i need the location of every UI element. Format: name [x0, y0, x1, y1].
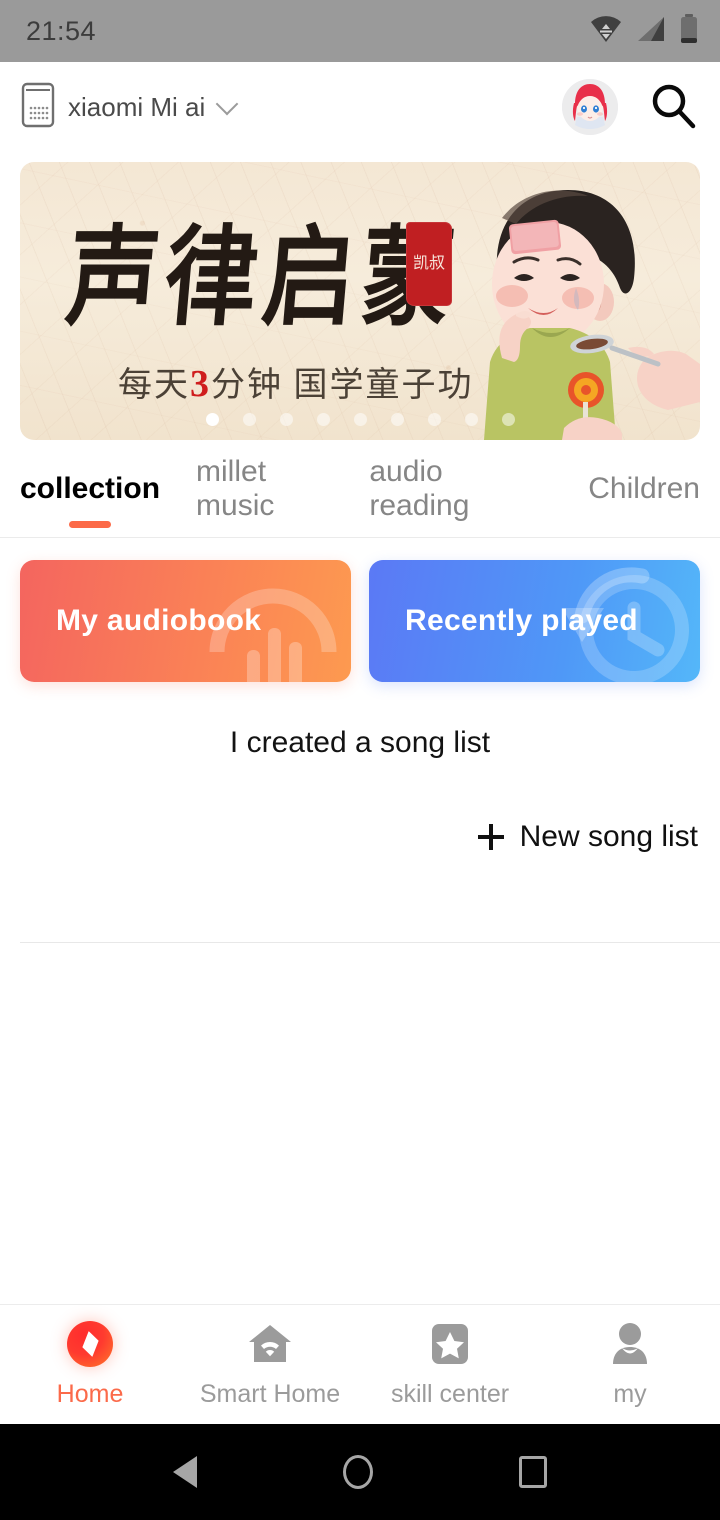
nav-item-skill-center[interactable]: skill center — [360, 1320, 540, 1409]
tab-collection[interactable]: collection — [18, 471, 162, 528]
category-tabs: collection millet music audio reading Ch… — [0, 440, 720, 538]
plus-icon — [477, 824, 504, 850]
carousel-dot[interactable] — [427, 413, 441, 426]
header-actions — [562, 79, 698, 135]
carousel-dot[interactable] — [501, 413, 515, 426]
section-divider — [20, 942, 720, 943]
chevron-down-icon[interactable] — [215, 92, 239, 116]
banner-subtitle-number: 3 — [190, 363, 211, 405]
device-name-label: xiaomi Mi ai — [68, 91, 206, 122]
new-song-list-row: New song list — [0, 760, 720, 854]
nav-item-home-label: Home — [56, 1380, 124, 1408]
status-icon-group — [590, 13, 698, 49]
battery-icon — [680, 13, 698, 49]
back-triangle-icon[interactable] — [173, 1456, 197, 1488]
system-navigation-bar — [0, 1424, 720, 1520]
nav-item-smart-home-label: Smart Home — [199, 1380, 341, 1408]
tab-audio-reading-label: audio reading — [369, 454, 470, 522]
new-song-list-label: New song list — [519, 820, 698, 853]
app-header: xiaomi Mi ai — [0, 62, 720, 152]
shortcut-card-row: My audiobook Recently played — [0, 538, 720, 682]
tab-children-label: Children — [588, 471, 700, 505]
banner-carousel[interactable]: 声律启蒙 凯叔 每天3分钟 国学童子功 — [0, 152, 720, 440]
carousel-dot[interactable] — [390, 413, 404, 426]
nav-item-home[interactable]: Home — [0, 1320, 180, 1409]
nav-item-skill-center-label: skill center — [390, 1380, 510, 1408]
tab-collection-label: collection — [20, 471, 161, 505]
my-audiobook-card[interactable]: My audiobook — [20, 560, 351, 682]
device-selector[interactable]: xiaomi Mi ai — [20, 81, 239, 134]
tab-audio-reading[interactable]: audio reading — [367, 455, 542, 523]
tab-millet-music-label: millet music — [196, 454, 275, 522]
star-badge-icon — [426, 1320, 474, 1368]
carousel-dot[interactable] — [279, 413, 293, 426]
carousel-dot[interactable] — [464, 413, 478, 426]
bottom-navigation: Home Smart Home skill center my — [0, 1304, 720, 1424]
home-circle-icon[interactable] — [343, 1455, 373, 1489]
banner-slide[interactable]: 声律启蒙 凯叔 每天3分钟 国学童子功 — [20, 162, 700, 440]
carousel-dot[interactable] — [353, 413, 367, 426]
recents-square-icon[interactable] — [519, 1456, 547, 1488]
tab-children[interactable]: Children — [586, 472, 702, 506]
search-icon[interactable] — [648, 80, 698, 135]
child-taking-medicine-illustration — [432, 162, 700, 440]
compass-home-icon — [66, 1320, 114, 1368]
tab-active-indicator — [69, 520, 112, 528]
nav-item-my[interactable]: my — [540, 1320, 720, 1409]
house-wifi-icon — [246, 1320, 294, 1368]
nav-item-smart-home[interactable]: Smart Home — [180, 1320, 360, 1409]
recently-played-card[interactable]: Recently played — [369, 560, 700, 682]
carousel-dot[interactable] — [316, 413, 330, 426]
carousel-dots[interactable] — [20, 413, 700, 426]
person-icon — [606, 1320, 654, 1368]
song-list-section: I created a song list New song list — [0, 682, 720, 943]
nav-item-my-label: my — [613, 1380, 647, 1408]
song-list-title: I created a song list — [229, 726, 491, 759]
smart-speaker-icon — [20, 81, 56, 134]
banner-subtitle: 每天3分钟 国学童子功 — [118, 357, 474, 406]
wifi-data-icon — [590, 15, 622, 48]
my-audiobook-label: My audiobook — [56, 604, 262, 637]
carousel-dot[interactable] — [205, 413, 219, 426]
status-time: 21:54 — [26, 15, 97, 46]
new-song-list-button[interactable]: New song list — [477, 820, 698, 854]
recently-played-label: Recently played — [405, 604, 638, 637]
avatar[interactable] — [562, 79, 618, 135]
phone-screen: 21:54 xiaomi Mi ai 声律启蒙 凯叔 每天3分钟 国学童子功 c… — [0, 0, 720, 1520]
banner-title: 声律启蒙 — [61, 218, 465, 339]
cellular-signal-icon — [636, 15, 666, 48]
status-bar: 21:54 — [0, 0, 720, 62]
carousel-dot[interactable] — [242, 413, 256, 426]
banner-subtitle-prefix: 每天 — [118, 367, 190, 404]
tab-millet-music[interactable]: millet music — [194, 455, 345, 523]
